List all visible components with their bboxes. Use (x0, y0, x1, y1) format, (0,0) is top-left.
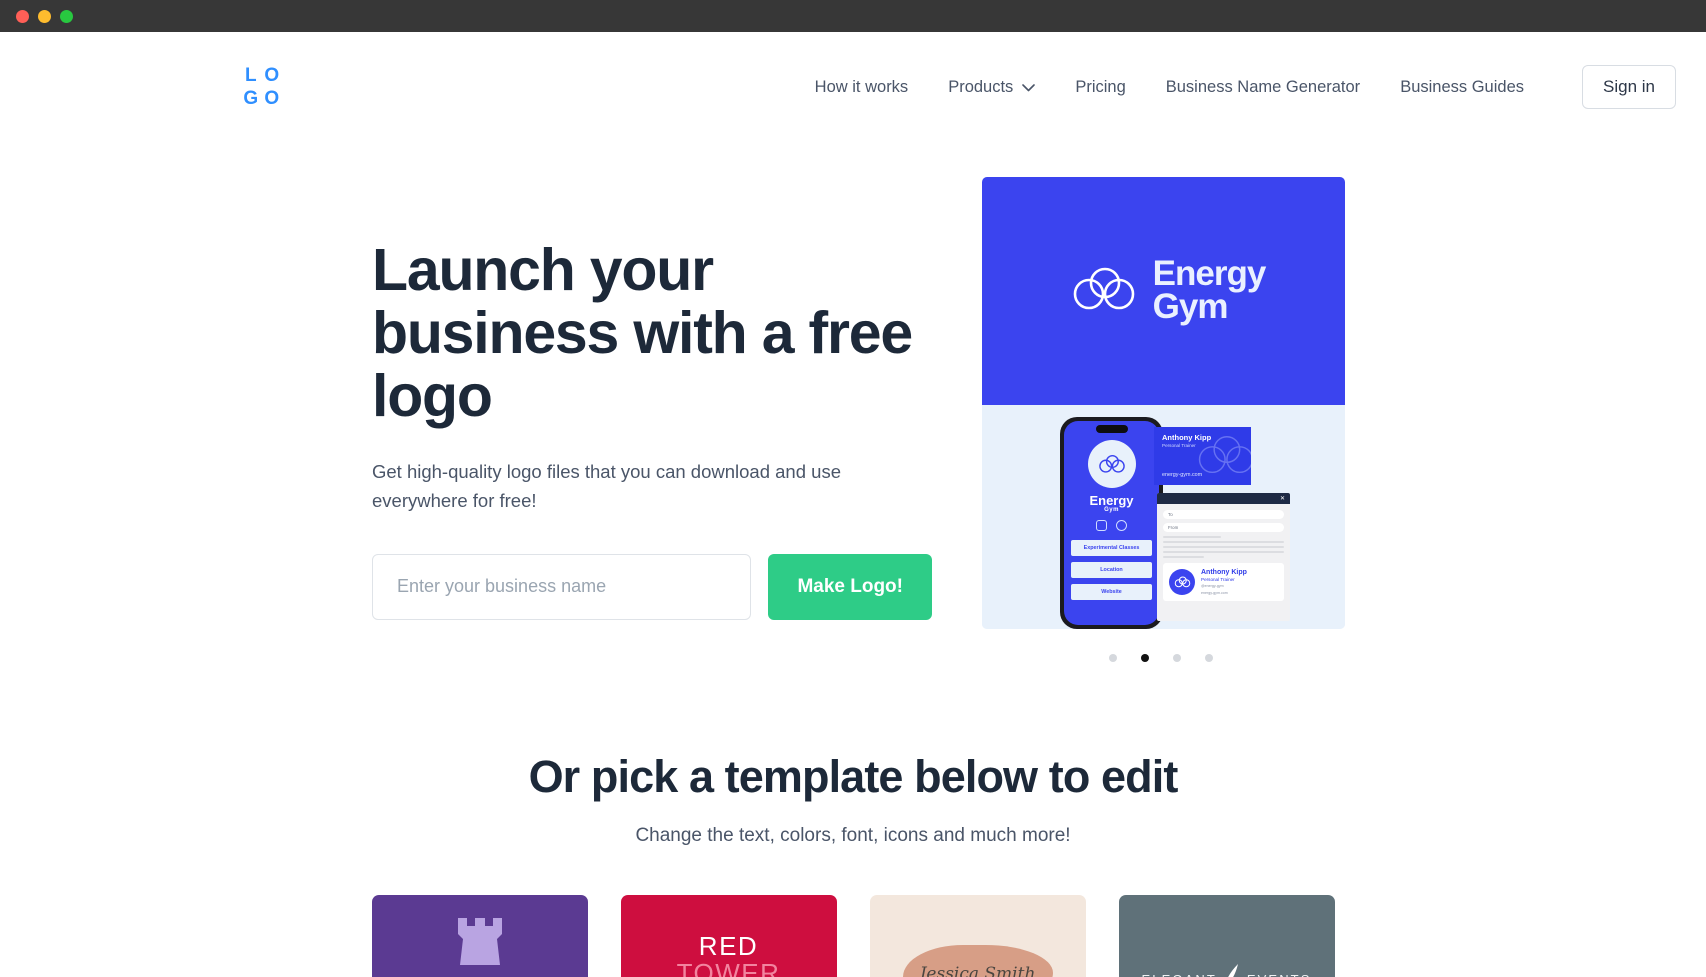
email-field-to[interactable]: To (1163, 510, 1284, 519)
template-card-jessica-smith-label: Jessica Smith (919, 963, 1036, 977)
brand-logo[interactable]: L O G O (240, 64, 282, 110)
carousel-brand-line2: Gym (1152, 287, 1229, 326)
signature-rings-icon (1169, 569, 1195, 596)
whatsapp-icon[interactable] (1116, 520, 1127, 531)
close-window-button[interactable] (16, 9, 29, 23)
hero-carousel: Energy Gym Energy Gym Experimental Class… (982, 177, 1345, 662)
page-viewport: L O G O How it works Products Pricing Bu… (0, 32, 1706, 977)
signature-website: energy-gym.com (1201, 590, 1228, 595)
nav-item-products-label: Products (948, 77, 1014, 96)
hero-section: Launch your business with a free logo Ge… (0, 142, 1706, 662)
main-navigation: How it works Products Pricing Business N… (282, 65, 1676, 109)
template-card-red-tower[interactable]: RED TOWER (620, 894, 837, 977)
template-card-checkmate[interactable]: CHECKMATE (371, 894, 588, 977)
phone-menu-item-classes[interactable]: Experimental Classes (1071, 540, 1152, 556)
signature-handle: @energy-gym (1201, 583, 1224, 588)
email-window-mockup: ✕ To From Anthony Kipp Personal Trainer … (1157, 493, 1290, 621)
brand-letter-o1: O (264, 65, 279, 86)
hero-subtitle: Get high-quality logo files that you can… (372, 461, 841, 512)
template-card-jessica-smith[interactable]: Jessica Smith (869, 894, 1086, 977)
nav-item-products[interactable]: Products (928, 68, 1055, 107)
instagram-icon[interactable] (1096, 520, 1107, 531)
browser-chrome (0, 0, 1706, 32)
email-body-line (1163, 541, 1284, 543)
interlocking-rings-icon (1070, 265, 1138, 318)
phone-brand-name: Energy (1089, 493, 1134, 508)
business-name-input[interactable] (372, 553, 752, 620)
carousel-dot-3[interactable] (1172, 654, 1181, 662)
sail-wing-icon (1224, 964, 1240, 977)
template-card-elegant-events-label2: EVENTS (1247, 972, 1312, 977)
logo-maker-form: Make Logo! (372, 553, 932, 620)
chess-rook-icon (450, 914, 510, 975)
carousel-brand-panel: Energy Gym (982, 177, 1345, 405)
templates-subtitle: Change the text, colors, font, icons and… (635, 824, 1071, 846)
phone-mockup: Energy Gym Experimental Classes Location… (1060, 417, 1163, 629)
templates-section: Or pick a template below to edit Change … (0, 751, 1706, 977)
template-card-elegant-events-row: ELEGANT EVENTS (1141, 964, 1311, 977)
email-body-line (1163, 551, 1284, 553)
nav-item-business-name-generator[interactable]: Business Name Generator (1146, 68, 1380, 107)
carousel-dots (982, 654, 1345, 662)
phone-menu-item-website[interactable]: Website (1071, 584, 1152, 600)
template-grid: CHECKMATE RED TOWER Jessica Smith ELEGAN… (0, 894, 1706, 977)
email-window-body: To From (1157, 504, 1290, 558)
template-card-red-tower-label2: TOWER (676, 957, 781, 977)
signature-text: Anthony Kipp Personal Trainer @energy-gy… (1201, 569, 1247, 595)
carousel-mockup-panel: Energy Gym Experimental Classes Location… (982, 405, 1345, 629)
carousel-dot-2[interactable] (1140, 654, 1149, 662)
maximize-window-button[interactable] (60, 9, 73, 23)
make-logo-button[interactable]: Make Logo! (768, 553, 932, 620)
template-card-red-tower-label1: RED (698, 930, 759, 961)
brush-stroke-shape: Jessica Smith (902, 944, 1053, 977)
brand-letter-o2: O (264, 88, 279, 109)
email-window-titlebar: ✕ (1157, 493, 1290, 504)
email-field-from[interactable]: From (1163, 523, 1284, 532)
nav-item-how-it-works[interactable]: How it works (795, 68, 929, 107)
email-body-line (1163, 546, 1284, 548)
phone-menu-item-location[interactable]: Location (1071, 562, 1152, 578)
phone-notch (1095, 425, 1128, 433)
minimize-window-button[interactable] (38, 9, 51, 23)
brand-letter-g: G (243, 88, 258, 109)
hero-title: Launch your business with a free logo (372, 237, 913, 430)
carousel-slide[interactable]: Energy Gym Energy Gym Experimental Class… (982, 177, 1345, 629)
brand-letter-l: L (244, 65, 257, 86)
nav-links: How it works Products Pricing Business N… (795, 68, 1544, 107)
sign-in-button[interactable]: Sign in (1582, 65, 1676, 109)
carousel-dot-4[interactable] (1204, 654, 1213, 662)
signature-role: Personal Trainer (1201, 576, 1235, 582)
phone-social-row (1096, 520, 1127, 531)
nav-item-business-guides[interactable]: Business Guides (1380, 68, 1544, 107)
phone-brand-sub: Gym (1104, 507, 1119, 513)
template-card-elegant-events[interactable]: ELEGANT EVENTS (1118, 894, 1335, 977)
templates-title: Or pick a template below to edit (528, 751, 1179, 802)
carousel-brand-text: Energy Gym (1152, 257, 1267, 326)
email-body-line (1163, 536, 1222, 538)
business-card-mockup: Anthony Kipp Personal Trainer energy-gym… (1154, 427, 1251, 485)
phone-logo-avatar (1087, 440, 1136, 488)
site-header: L O G O How it works Products Pricing Bu… (0, 32, 1706, 142)
hero-copy: Launch your business with a free logo Ge… (372, 177, 932, 620)
email-signature: Anthony Kipp Personal Trainer @energy-gy… (1163, 563, 1284, 602)
carousel-dot-1[interactable] (1108, 654, 1117, 662)
email-body-line (1163, 556, 1205, 558)
close-icon[interactable]: ✕ (1280, 496, 1285, 502)
nav-item-pricing[interactable]: Pricing (1055, 68, 1145, 107)
signature-name: Anthony Kipp (1201, 569, 1247, 576)
business-card-rings-icon (1195, 433, 1251, 482)
chevron-down-icon (1022, 78, 1036, 97)
template-card-elegant-events-label1: ELEGANT (1141, 972, 1216, 977)
phone-menu: Experimental Classes Location Website (1064, 540, 1159, 606)
